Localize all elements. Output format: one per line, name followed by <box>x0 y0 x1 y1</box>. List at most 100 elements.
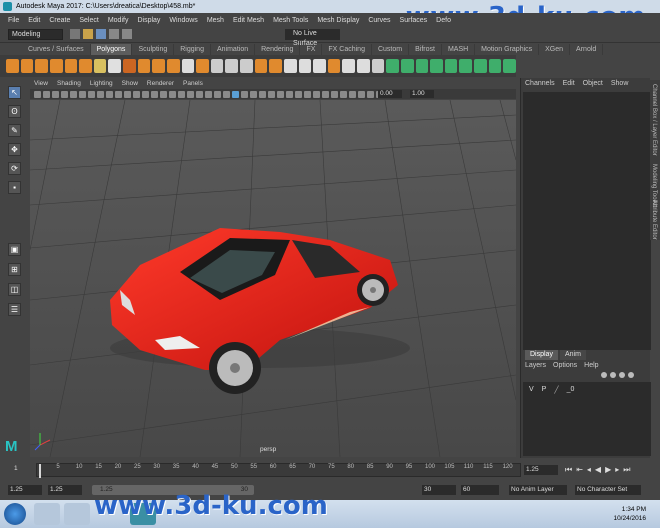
shelf-tab-fx-caching[interactable]: FX Caching <box>322 44 372 55</box>
range-start-inner-field[interactable]: 1.25 <box>48 485 82 495</box>
range-start-field[interactable]: 1.25 <box>8 485 42 495</box>
mode-dropdown[interactable]: Modeling <box>8 29 63 40</box>
viewport-tool-icon-15[interactable] <box>160 90 167 98</box>
range-end-field[interactable]: 60 <box>461 485 499 495</box>
viewport-menu-show[interactable]: Show <box>122 79 138 89</box>
viewport-tool-icon-25[interactable] <box>250 90 257 98</box>
shelf-tool-icon-17[interactable] <box>240 59 253 73</box>
step-forward-icon[interactable]: ▸ <box>615 465 619 475</box>
shelf-tab-curves-surfaces[interactable]: Curves / Surfaces <box>22 44 91 55</box>
shelf-tab-motion-graphics[interactable]: Motion Graphics <box>475 44 540 55</box>
viewport-tool-icon-4[interactable] <box>61 90 68 98</box>
shelf-tool-icon-2[interactable] <box>20 59 34 73</box>
save-scene-icon[interactable] <box>96 29 106 39</box>
shelf-tool-icon-13[interactable] <box>181 59 195 73</box>
shelf-tool-icon-34[interactable] <box>488 59 502 73</box>
shelf-tab-custom[interactable]: Custom <box>372 44 410 55</box>
outliner-layout-icon[interactable]: ☰ <box>8 303 21 316</box>
menu-item-mesh-tools[interactable]: Mesh Tools <box>273 17 308 24</box>
undo-icon[interactable] <box>109 29 119 39</box>
channel-menu-channels[interactable]: Channels <box>525 80 555 90</box>
shelf-tool-icon-8[interactable] <box>108 59 121 73</box>
shelf-tab-bifrost[interactable]: Bifrost <box>409 44 442 55</box>
character-set-dropdown[interactable]: No Character Set <box>575 485 641 495</box>
viewport-menu-renderer[interactable]: Renderer <box>147 79 174 89</box>
viewport-menu-view[interactable]: View <box>34 79 48 89</box>
live-surface-field[interactable]: No Live Surface <box>285 29 340 47</box>
taskbar-ie-icon[interactable] <box>34 503 60 525</box>
menu-item-mesh-display[interactable]: Mesh Display <box>317 17 359 24</box>
viewport-tool-icon-22[interactable] <box>223 90 230 98</box>
go-start-icon[interactable]: ⏮ <box>565 465 572 475</box>
shelf-tool-icon-32[interactable] <box>459 59 472 73</box>
scale-tool-icon[interactable]: ▪ <box>8 181 21 194</box>
single-view-icon[interactable]: ▣ <box>8 243 21 256</box>
menu-item-display[interactable]: Display <box>137 17 160 24</box>
viewport-tool-icon-36[interactable] <box>349 90 356 98</box>
channel-menu-object[interactable]: Object <box>583 80 603 90</box>
rotate-tool-icon[interactable]: ⟳ <box>8 162 21 175</box>
viewport-tool-icon-14[interactable] <box>151 90 158 98</box>
viewport-tool-icon-32[interactable] <box>313 90 320 98</box>
viewport-tool-icon-33[interactable] <box>322 90 329 98</box>
shelf-tool-icon-26[interactable] <box>371 59 385 73</box>
shelf-tool-icon-24[interactable] <box>342 59 355 73</box>
layer-visibility[interactable]: V <box>529 386 534 394</box>
four-view-icon[interactable]: ⊞ <box>8 263 21 276</box>
shelf-tool-icon-23[interactable] <box>327 59 341 73</box>
menu-item-modify[interactable]: Modify <box>108 17 129 24</box>
layer-playback[interactable]: P <box>542 386 547 394</box>
layer-menu-help[interactable]: Help <box>584 362 598 369</box>
play-back-icon[interactable]: ◀ <box>595 465 601 475</box>
shelf-tool-icon-19[interactable] <box>269 59 282 73</box>
viewport-tool-icon-24[interactable] <box>241 90 248 98</box>
shelf-tool-icon-15[interactable] <box>210 59 224 73</box>
viewport-tool-icon-3[interactable] <box>52 90 59 98</box>
viewport-tool-icon-8[interactable] <box>97 90 104 98</box>
layer-menu-options[interactable]: Options <box>553 362 577 369</box>
viewport-tool-icon-27[interactable] <box>268 90 275 98</box>
viewport-tool-icon-20[interactable] <box>205 90 212 98</box>
menu-item-file[interactable]: File <box>8 17 19 24</box>
menu-item-edit[interactable]: Edit <box>28 17 40 24</box>
viewport-tool-icon-7[interactable] <box>88 90 95 98</box>
open-scene-icon[interactable] <box>83 29 93 39</box>
shelf-tool-icon-31[interactable] <box>444 59 458 73</box>
shelf-tool-icon-4[interactable] <box>49 59 63 73</box>
channel-menu-show[interactable]: Show <box>611 80 629 90</box>
shelf-tool-icon-1[interactable] <box>6 59 19 73</box>
step-back-key-icon[interactable]: ⇤ <box>576 465 583 475</box>
move-tool-icon[interactable]: ✥ <box>8 143 21 156</box>
anim-layer-dropdown[interactable]: No Anim Layer <box>509 485 567 495</box>
shelf-tool-icon-30[interactable] <box>430 59 443 73</box>
shelf-tool-icon-27[interactable] <box>386 59 399 73</box>
layer-tab-anim[interactable]: Anim <box>559 350 586 360</box>
viewport-menu-panels[interactable]: Panels <box>183 79 203 89</box>
viewport-tool-icon-38[interactable] <box>367 90 374 98</box>
viewport-menu-lighting[interactable]: Lighting <box>90 79 113 89</box>
range-end-inner-field[interactable]: 30 <box>422 485 456 495</box>
shelf-tab-animation[interactable]: Animation <box>211 44 256 55</box>
shelf-tool-icon-11[interactable] <box>152 59 165 73</box>
viewport-tool-icon-31[interactable] <box>304 90 311 98</box>
viewport-tool-icon-2[interactable] <box>43 90 50 98</box>
viewport-tool-icon-26[interactable] <box>259 90 266 98</box>
shelf-tool-icon-29[interactable] <box>415 59 429 73</box>
viewport-tool-icon-16[interactable] <box>169 90 176 98</box>
viewport-tool-icon-12[interactable] <box>133 90 140 98</box>
shelf-tool-icon-22[interactable] <box>313 59 326 73</box>
viewport-tool-icon-10[interactable] <box>115 90 122 98</box>
lasso-tool-icon[interactable]: ʘ <box>8 105 21 118</box>
layer-tab-display[interactable]: Display <box>525 350 558 360</box>
shelf-tab-xgen[interactable]: XGen <box>539 44 571 55</box>
playhead[interactable] <box>39 464 41 478</box>
shelf-tab-polygons[interactable]: Polygons <box>90 44 133 55</box>
shelf-tool-icon-10[interactable] <box>137 59 151 73</box>
new-scene-icon[interactable] <box>70 29 80 39</box>
two-view-icon[interactable]: ◫ <box>8 283 21 296</box>
channel-menu-edit[interactable]: Edit <box>563 80 575 90</box>
viewport-tool-icon-30[interactable] <box>295 90 302 98</box>
shelf-tool-icon-6[interactable] <box>79 59 92 73</box>
layer-up-icon[interactable] <box>601 372 607 378</box>
shelf-tab-arnold[interactable]: Arnold <box>570 44 604 55</box>
